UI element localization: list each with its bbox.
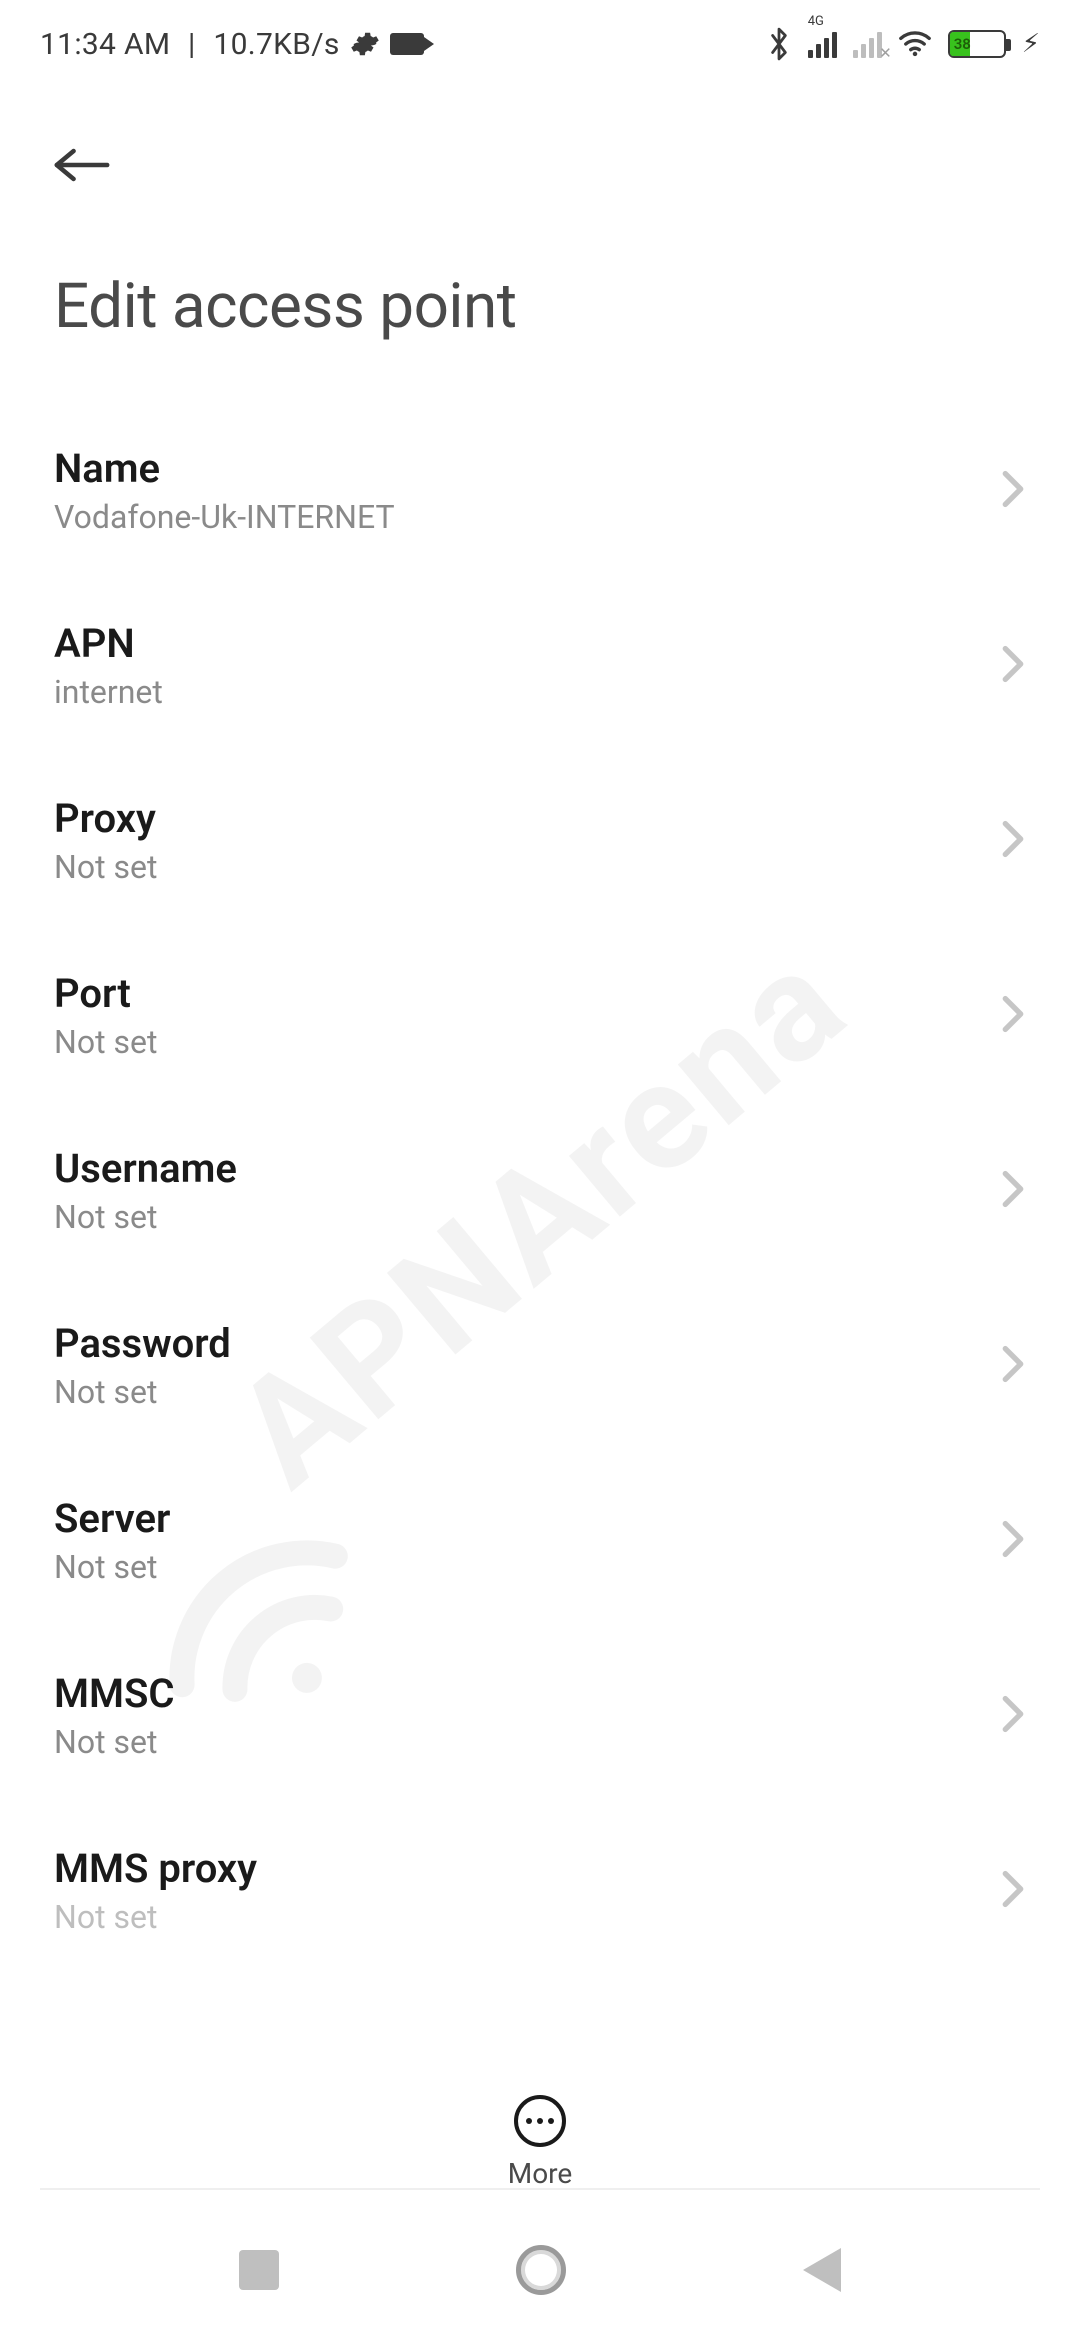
chevron-right-icon (1000, 1519, 1026, 1563)
bottom-action-bar: More (0, 2065, 1080, 2190)
more-dots-icon (526, 2118, 554, 2124)
android-nav-bar (0, 2200, 1080, 2340)
nav-back-button[interactable] (803, 2248, 841, 2292)
row-value: Not set (54, 1548, 170, 1586)
row-port[interactable]: Port Not set (54, 928, 1026, 1103)
chevron-right-icon (1000, 994, 1026, 1038)
row-value: Vodafone-Uk-INTERNET (54, 498, 395, 536)
chevron-right-icon (1000, 1869, 1026, 1913)
row-password[interactable]: Password Not set (54, 1278, 1026, 1453)
chevron-right-icon (1000, 469, 1026, 513)
back-button[interactable] (54, 130, 124, 200)
row-value: Not set (54, 848, 157, 886)
signal-sim2-icon: ✕ (853, 30, 882, 58)
signal-sim1-icon: 4G (808, 30, 837, 58)
battery-icon: 38 (948, 30, 1006, 58)
row-value: Not set (54, 1898, 257, 1936)
gear-icon (350, 29, 380, 59)
chevron-right-icon (1000, 819, 1026, 863)
row-label: APN (54, 620, 163, 667)
row-label: Name (54, 445, 395, 492)
chevron-right-icon (1000, 1694, 1026, 1738)
row-label: MMS proxy (54, 1845, 257, 1892)
more-label: More (508, 2157, 573, 2190)
row-label: Password (54, 1320, 231, 1367)
row-apn[interactable]: APN internet (54, 578, 1026, 753)
row-value: Not set (54, 1198, 237, 1236)
row-username[interactable]: Username Not set (54, 1103, 1026, 1278)
nav-home-button[interactable] (516, 2245, 566, 2295)
row-label: Server (54, 1495, 170, 1542)
chevron-right-icon (1000, 1344, 1026, 1388)
status-net-speed: 10.7KB/s (213, 27, 339, 62)
battery-percent: 38 (954, 35, 971, 53)
apn-settings-list: Name Vodafone-Uk-INTERNET APN internet P… (0, 403, 1080, 1978)
row-label: MMSC (54, 1670, 175, 1717)
row-server[interactable]: Server Not set (54, 1453, 1026, 1628)
wifi-icon (898, 29, 932, 59)
camera-icon (390, 33, 424, 55)
nav-recent-button[interactable] (239, 2250, 279, 2290)
charging-icon: ⚡︎ (1022, 29, 1040, 59)
row-mms-proxy[interactable]: MMS proxy Not set (54, 1803, 1026, 1978)
bluetooth-icon (766, 27, 792, 61)
row-label: Port (54, 970, 157, 1017)
more-button[interactable] (514, 2095, 566, 2147)
signal-4g-tag: 4G (808, 14, 824, 29)
status-time: 11:34 AM (40, 27, 170, 62)
chevron-right-icon (1000, 1169, 1026, 1213)
row-label: Proxy (54, 795, 157, 842)
row-name[interactable]: Name Vodafone-Uk-INTERNET (54, 403, 1026, 578)
row-value: Not set (54, 1373, 231, 1411)
row-value: Not set (54, 1723, 175, 1761)
chevron-right-icon (1000, 644, 1026, 688)
row-mmsc[interactable]: MMSC Not set (54, 1628, 1026, 1803)
bottom-divider (40, 2188, 1040, 2190)
arrow-left-icon (54, 144, 110, 186)
row-proxy[interactable]: Proxy Not set (54, 753, 1026, 928)
status-sep: | (180, 27, 203, 62)
page-title: Edit access point (54, 270, 1026, 343)
row-value: Not set (54, 1023, 157, 1061)
row-value: internet (54, 673, 163, 711)
row-label: Username (54, 1145, 237, 1192)
status-bar: 11:34 AM | 10.7KB/s 4G ✕ 38 (0, 0, 1080, 70)
